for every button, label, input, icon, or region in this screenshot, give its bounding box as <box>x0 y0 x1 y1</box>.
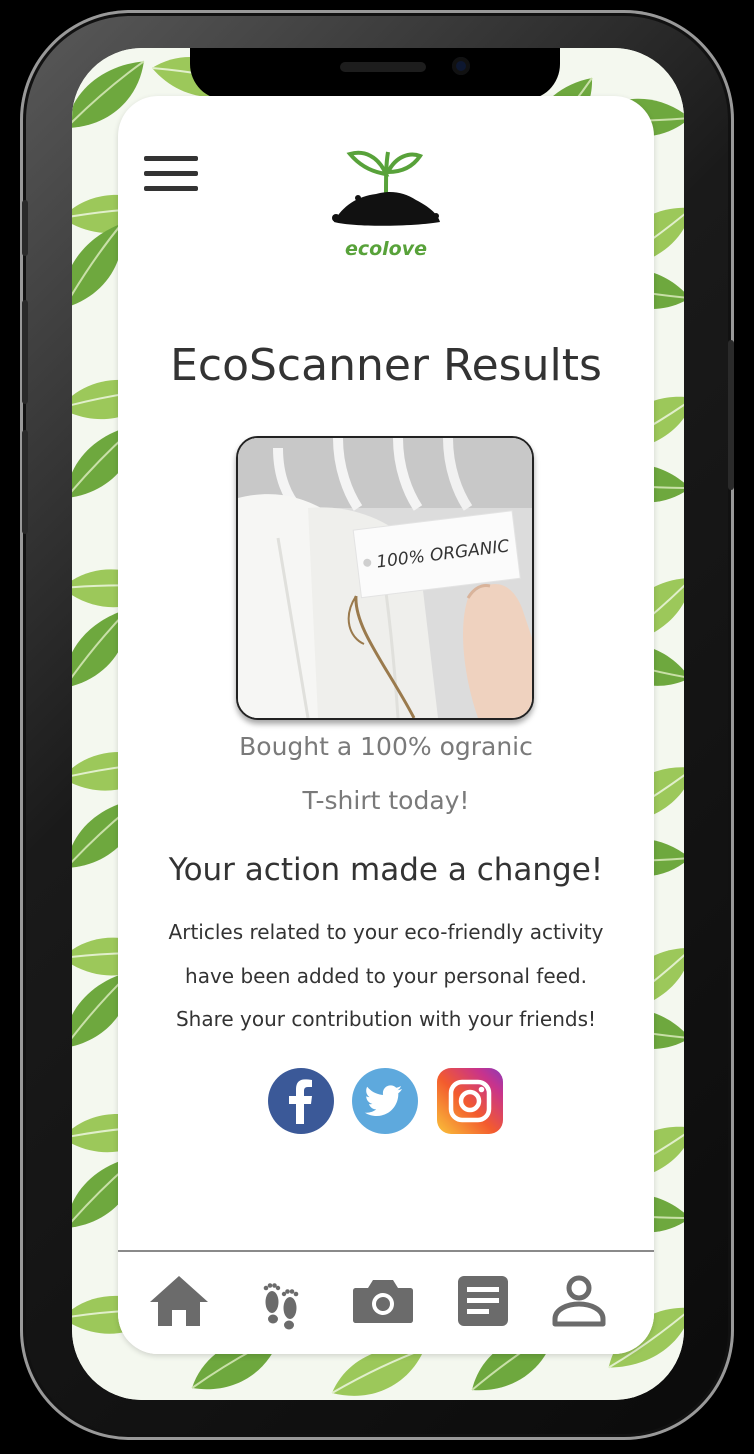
bottom-tab-bar <box>118 1250 654 1354</box>
phone-notch <box>190 48 560 100</box>
articles-icon <box>458 1276 508 1326</box>
tab-profile[interactable] <box>544 1266 614 1336</box>
impact-heading: Your action made a change! <box>168 852 604 888</box>
menu-icon-bar <box>144 156 198 161</box>
tab-articles[interactable] <box>448 1266 518 1336</box>
ecolove-logo: ecolove <box>328 126 444 266</box>
page-title: EcoScanner Results <box>170 340 602 391</box>
front-camera <box>452 57 470 75</box>
volume-down-button <box>22 430 28 534</box>
facebook-share-button[interactable] <box>268 1068 334 1134</box>
sprout-icon <box>332 150 440 226</box>
volume-up-button <box>22 300 28 404</box>
mute-switch <box>22 200 28 256</box>
menu-icon-bar <box>144 186 198 191</box>
twitter-icon <box>364 1085 402 1116</box>
instagram-share-button[interactable] <box>437 1068 503 1134</box>
impact-text-line-2: have been added to your personal feed. <box>185 964 587 988</box>
brand-name: ecolove <box>344 238 428 260</box>
tab-home[interactable] <box>144 1266 214 1336</box>
impact-text-line-1: Articles related to your eco-friendly ac… <box>168 920 604 944</box>
tab-scanner[interactable] <box>348 1266 418 1336</box>
power-button <box>728 340 734 490</box>
facebook-icon <box>289 1079 312 1124</box>
scanned-item-photo: 100% ORGANIC <box>236 436 534 720</box>
menu-icon-bar <box>144 171 198 176</box>
earpiece <box>340 62 426 72</box>
profile-icon <box>552 1275 606 1327</box>
twitter-share-button[interactable] <box>352 1068 418 1134</box>
home-icon <box>150 1276 208 1326</box>
impact-text-line-3: Share your contribution with your friend… <box>175 1007 597 1031</box>
caption-line-2: T-shirt today! <box>302 786 470 815</box>
results-card: ecolove EcoScanner Results 100% ORGANIC <box>118 96 654 1354</box>
organic-tshirt-image: 100% ORGANIC <box>238 438 532 718</box>
tab-footprint[interactable] <box>246 1266 316 1336</box>
camera-icon <box>353 1280 413 1323</box>
caption-line-1: Bought a 100% ogranic <box>239 732 533 761</box>
instagram-icon <box>448 1079 492 1123</box>
menu-button[interactable] <box>144 156 198 196</box>
footprints-icon <box>263 1283 299 1330</box>
